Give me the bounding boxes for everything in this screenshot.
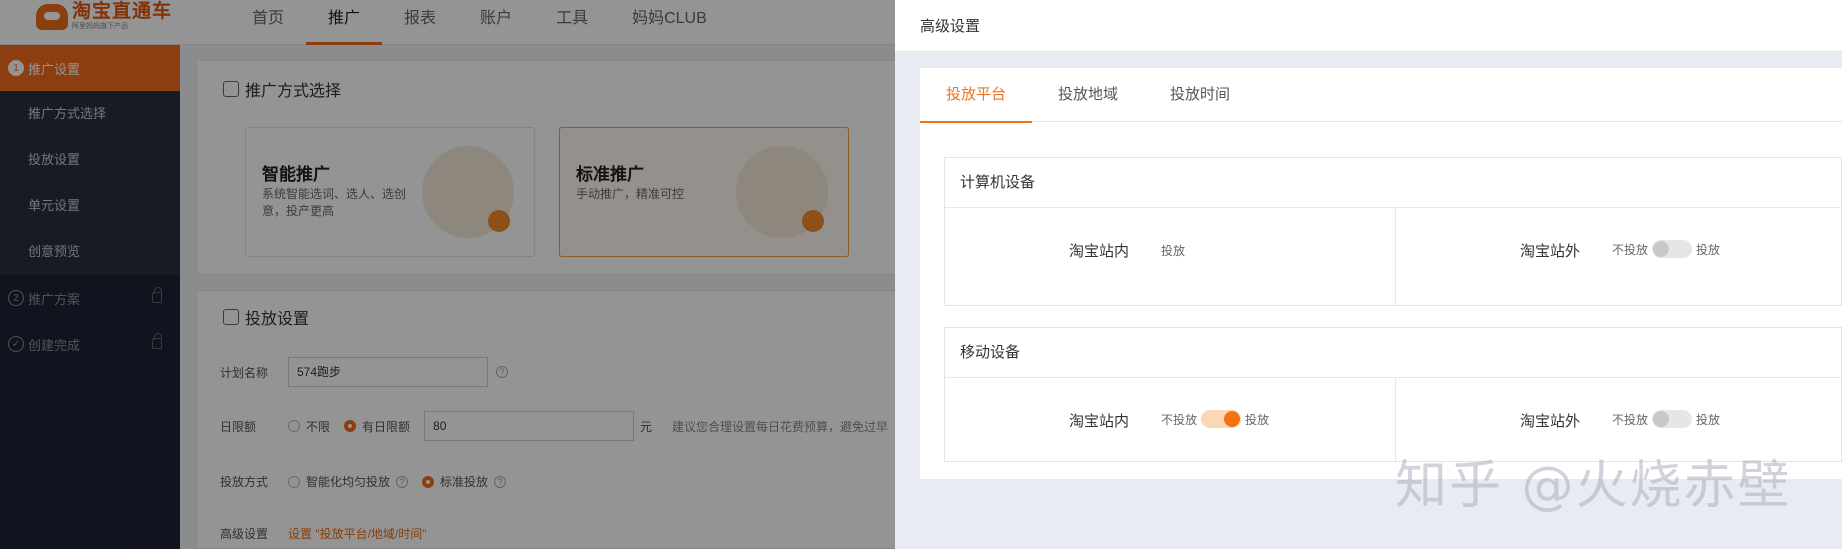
mobile-outside-toggle[interactable] [1652,410,1693,428]
tab-time[interactable]: 投放时间 [1144,68,1256,122]
toggle-off-label: 不投放 [1612,412,1649,427]
computer-taobao-inside-cell: 淘宝站内 投放 [945,208,1395,305]
device-name: 淘宝站内 [1069,413,1130,430]
drawer-body: 投放平台 投放地域 投放时间 计算机设备 淘宝站内 投放 淘宝站外 不投放 投放… [920,68,1842,479]
group-title: 移动设备 [945,328,1841,378]
watermark: 知乎 @火烧赤壁 [1395,456,1792,516]
mobile-device-group: 移动设备 淘宝站内 不投放 投放 淘宝站外 不投放 投放 [944,327,1842,462]
toggle-knob [1653,411,1670,427]
tab-platform[interactable]: 投放平台 [920,68,1032,123]
toggle-on-label: 投放 [1245,412,1270,427]
group-title: 计算机设备 [945,158,1841,208]
toggle-knob [1653,241,1670,257]
computer-taobao-outside-cell: 淘宝站外 不投放 投放 [1395,208,1842,305]
mobile-taobao-inside-cell: 淘宝站内 不投放 投放 [945,378,1395,461]
toggle-off-label: 不投放 [1612,242,1649,257]
mobile-inside-toggle[interactable] [1201,410,1242,428]
drawer-header: 高级设置 [895,0,1842,52]
drawer-title: 高级设置 [920,18,981,35]
computer-outside-toggle[interactable] [1652,240,1693,258]
fixed-state-text: 投放 [1161,244,1186,258]
device-name: 淘宝站内 [1069,243,1130,260]
toggle-on-label: 投放 [1696,412,1721,427]
toggle-on-label: 投放 [1696,242,1721,257]
computer-device-group: 计算机设备 淘宝站内 投放 淘宝站外 不投放 投放 [944,157,1842,306]
toggle-knob [1224,411,1241,427]
tab-bar: 投放平台 投放地域 投放时间 [920,68,1842,123]
tab-region[interactable]: 投放地域 [1032,68,1144,122]
device-name: 淘宝站外 [1520,413,1581,430]
device-name: 淘宝站外 [1520,243,1581,260]
toggle-off-label: 不投放 [1161,412,1198,427]
